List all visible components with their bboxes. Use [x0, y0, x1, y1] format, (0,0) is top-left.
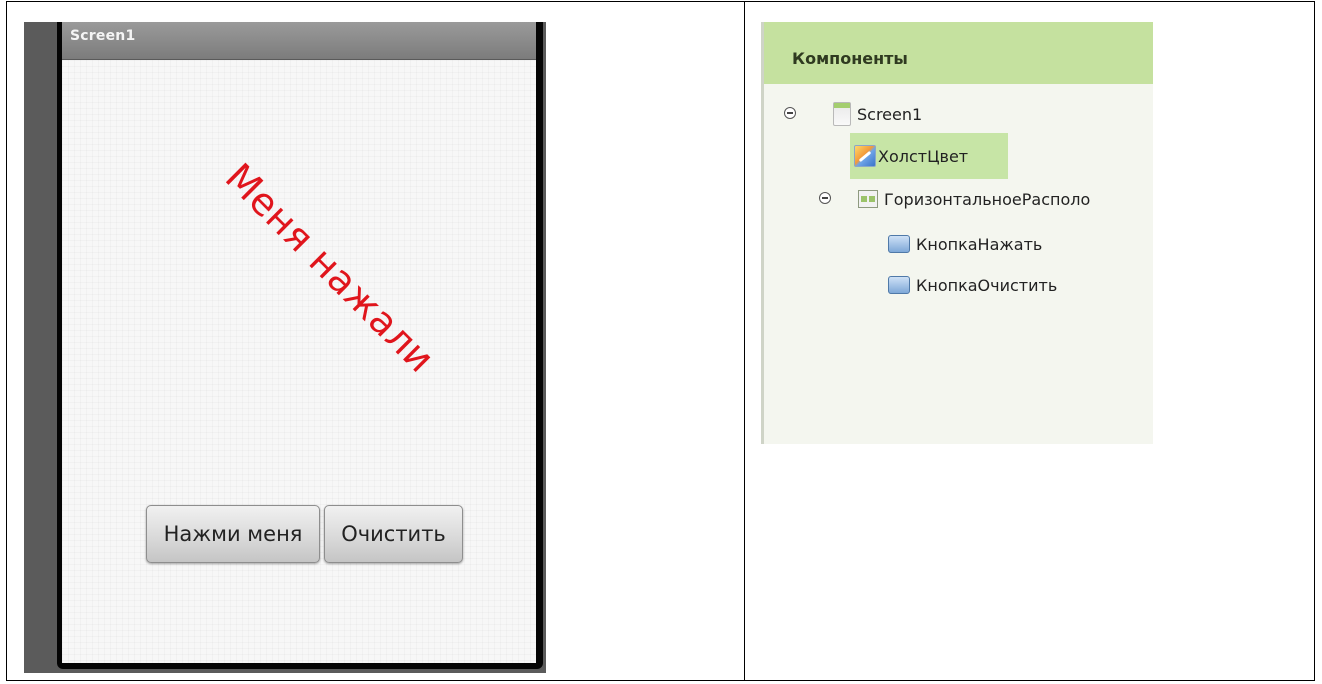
- tree-item-label: ГоризонтальноеРасполо: [884, 189, 1091, 209]
- button-icon: [888, 235, 910, 253]
- tree-item-label: КнопкаНажать: [916, 234, 1043, 254]
- tree-item-canvas[interactable]: ХолстЦвет: [850, 133, 1008, 179]
- table-divider: [744, 1, 745, 681]
- horizontal-arrangement-icon: [858, 190, 878, 208]
- tree-item-clear-button[interactable]: КнопкаОчистить: [888, 270, 1057, 300]
- button-row: Нажми меня Очистить: [146, 505, 463, 563]
- canvas-text: Меня нажали: [216, 154, 444, 382]
- components-header: Компоненты: [764, 22, 1153, 84]
- tree-item-label: Screen1: [857, 104, 923, 124]
- components-title: Компоненты: [792, 49, 908, 68]
- clear-button[interactable]: Очистить: [324, 505, 463, 563]
- tree-item-horizontal-arrangement[interactable]: ГоризонтальноеРасполо: [858, 184, 1090, 214]
- tree-item-label: КнопкаОчистить: [916, 275, 1058, 295]
- collapse-arrangement-icon[interactable]: [819, 192, 831, 204]
- screen-icon: [833, 102, 851, 126]
- button-icon: [888, 276, 910, 294]
- components-panel: Компоненты Screen1 ХолстЦвет Горизонталь…: [761, 22, 1153, 444]
- canvas-icon: [854, 145, 876, 167]
- canvas-colour[interactable]: Меня нажали Нажми меня Очистить: [62, 60, 536, 663]
- phone-screen: Screen1 Меня нажали Нажми меня Очистить: [62, 22, 536, 663]
- tree-item-press-button[interactable]: КнопкаНажать: [888, 229, 1042, 259]
- screen-title-bar: Screen1: [62, 22, 536, 60]
- screen-title: Screen1: [70, 28, 136, 44]
- phone-emulator: Screen1 Меня нажали Нажми меня Очистить: [24, 22, 546, 673]
- tree-item-label: ХолстЦвет: [878, 146, 969, 166]
- collapse-screen1-icon[interactable]: [784, 107, 796, 119]
- press-me-button[interactable]: Нажми меня: [146, 505, 320, 563]
- tree-item-screen1[interactable]: Screen1: [833, 99, 922, 129]
